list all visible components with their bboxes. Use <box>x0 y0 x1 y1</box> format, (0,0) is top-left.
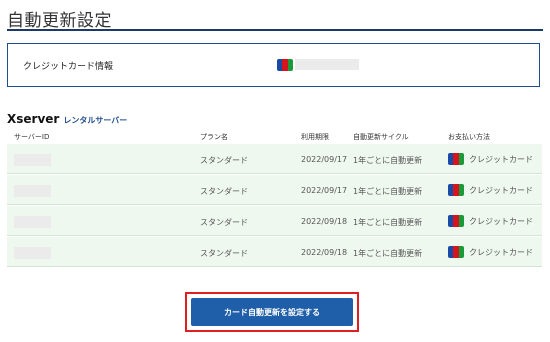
cycle-cell: 1年ごとに自動更新 <box>353 218 423 227</box>
expiry-cell: 2022/09/17 <box>301 155 348 164</box>
column-header-expiry: 利用期限 <box>301 133 329 141</box>
column-header-plan: プラン名 <box>200 133 228 141</box>
plan-cell: スタンダード <box>200 249 248 258</box>
cycle-cell: 1年ごとに自動更新 <box>353 156 423 165</box>
payment-cell: クレジットカード <box>448 215 533 227</box>
credit-card-label: クレジットカード情報 <box>23 62 114 72</box>
expiry-cell: 2022/09/18 <box>301 248 348 257</box>
expiry-cell: 2022/09/17 <box>301 186 348 195</box>
cycle-cell: 1年ごとに自動更新 <box>353 187 423 196</box>
plan-cell: スタンダード <box>200 187 248 196</box>
masked-server-id <box>14 154 51 166</box>
page-title: 自動更新設定 <box>7 11 112 31</box>
masked-card-number <box>295 59 359 70</box>
masked-server-id <box>14 185 51 197</box>
payment-method-label: クレジットカード <box>469 216 533 226</box>
column-header-payment: お支払い方法 <box>448 133 490 141</box>
table-row: スタンダード 2022/09/17 1年ごとに自動更新 クレジットカード <box>7 175 542 205</box>
highlight-frame: カード自動更新を設定する <box>185 292 359 332</box>
table-row: スタンダード 2022/09/18 1年ごとに自動更新 クレジットカード <box>7 237 542 267</box>
payment-method-label: クレジットカード <box>469 247 533 257</box>
payment-method-label: クレジットカード <box>469 185 533 195</box>
brand-subtitle: レンタルサーバー <box>63 116 128 125</box>
jcb-icon <box>448 153 464 165</box>
table-row: スタンダード 2022/09/17 1年ごとに自動更新 クレジットカード <box>7 144 542 174</box>
title-divider <box>7 29 543 31</box>
table-header: サーバーID プラン名 利用期限 自動更新サイクル お支払い方法 <box>7 128 542 145</box>
jcb-icon <box>448 184 464 196</box>
plan-cell: スタンダード <box>200 218 248 227</box>
masked-server-id <box>14 247 51 259</box>
jcb-icon <box>448 246 464 258</box>
expiry-cell: 2022/09/18 <box>301 217 348 226</box>
service-heading: Xserver レンタルサーバー <box>7 112 127 126</box>
jcb-icon <box>277 59 293 71</box>
jcb-icon <box>448 215 464 227</box>
cycle-cell: 1年ごとに自動更新 <box>353 249 423 258</box>
payment-cell: クレジットカード <box>448 153 533 165</box>
table-row: スタンダード 2022/09/18 1年ごとに自動更新 クレジットカード <box>7 206 542 236</box>
payment-method-label: クレジットカード <box>469 154 533 164</box>
column-header-server-id: サーバーID <box>14 133 50 141</box>
set-auto-renewal-button[interactable]: カード自動更新を設定する <box>191 298 353 326</box>
brand-name: Xserver <box>7 112 60 126</box>
credit-card-panel: クレジットカード情報 <box>7 43 540 87</box>
column-header-cycle: 自動更新サイクル <box>353 133 409 141</box>
masked-server-id <box>14 216 51 228</box>
payment-cell: クレジットカード <box>448 184 533 196</box>
payment-cell: クレジットカード <box>448 246 533 258</box>
plan-cell: スタンダード <box>200 156 248 165</box>
